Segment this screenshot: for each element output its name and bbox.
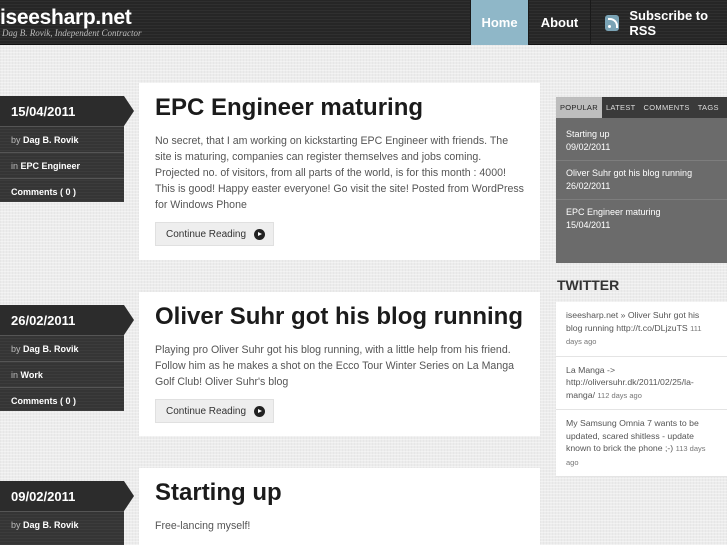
tweet[interactable]: La Manga -> http://oliversuhr.dk/2011/02…	[556, 357, 727, 410]
tab-latest[interactable]: LATEST	[602, 97, 640, 118]
list-item[interactable]: Oliver Suhr got his blog running 26/02/2…	[556, 160, 727, 199]
post-excerpt: Playing pro Oliver Suhr got his blog run…	[155, 344, 514, 388]
nav-about[interactable]: About	[528, 0, 590, 45]
post-card: Starting up Free-lancing myself!	[139, 468, 540, 545]
tweet[interactable]: My Samsung Omnia 7 wants to be updated, …	[556, 410, 727, 477]
popular-title: Oliver Suhr got his blog running	[566, 168, 693, 178]
nav-subscribe-rss[interactable]: Subscribe to RSS	[590, 0, 727, 45]
tab-comments[interactable]: COMMENTS	[640, 97, 694, 118]
post-title[interactable]: EPC Engineer maturing	[155, 95, 524, 121]
tabs-bar: POPULAR LATEST COMMENTS TAGS	[556, 97, 727, 118]
list-item[interactable]: EPC Engineer maturing 15/04/2011	[556, 199, 727, 238]
post-meta: 26/02/2011 by Dag B. Rovik in Work Comme…	[0, 305, 134, 413]
nav-home[interactable]: Home	[470, 0, 528, 45]
comments-link[interactable]: Comments ( 0 )	[11, 396, 76, 406]
post-meta: 15/04/2011 by Dag B. Rovik in EPC Engine…	[0, 96, 134, 204]
post-card: Oliver Suhr got his blog running Playing…	[139, 292, 540, 436]
tab-popular[interactable]: POPULAR	[556, 97, 602, 118]
author-link[interactable]: Dag B. Rovik	[23, 135, 79, 145]
post-date: 26/02/2011	[0, 305, 134, 335]
list-item[interactable]: Starting up 09/02/2011	[556, 122, 727, 160]
arrow-right-icon	[254, 405, 266, 417]
nav-rss-label: Subscribe to RSS	[629, 7, 709, 38]
post-author: by Dag B. Rovik	[0, 511, 124, 537]
by-label: by	[11, 520, 21, 530]
tweet-text: iseesharp.net » Oliver Suhr got his blog…	[566, 310, 700, 333]
popular-list: Starting up 09/02/2011 Oliver Suhr got h…	[556, 118, 727, 263]
post-category: in EPC Engineer	[0, 152, 124, 178]
post-excerpt: No secret, that I am working on kickstar…	[155, 135, 524, 211]
comments-link[interactable]: Comments ( 0 )	[11, 187, 76, 197]
continue-reading-button[interactable]: Continue Reading	[155, 399, 275, 423]
post-date: 09/02/2011	[0, 481, 134, 511]
post-comments: Comments ( 0 )	[0, 387, 124, 413]
post-date: 15/04/2011	[0, 96, 134, 126]
in-label: in	[11, 370, 19, 380]
category-link[interactable]: EPC Engineer	[21, 161, 81, 171]
author-link[interactable]: Dag B. Rovik	[23, 344, 79, 354]
popular-date: 09/02/2011	[566, 142, 611, 152]
tab-tags[interactable]: TAGS	[694, 97, 723, 118]
post-author: by Dag B. Rovik	[0, 335, 124, 361]
site-title[interactable]: iseesharp.net	[0, 6, 132, 30]
sidebar-tabs-widget: POPULAR LATEST COMMENTS TAGS Starting up…	[556, 97, 727, 263]
post-title[interactable]: Starting up	[155, 480, 524, 506]
post-author: by Dag B. Rovik	[0, 126, 124, 152]
continue-label: Continue Reading	[166, 228, 247, 240]
in-label: in	[11, 161, 19, 171]
by-label: by	[11, 344, 21, 354]
arrow-right-icon	[254, 228, 266, 240]
by-label: by	[11, 135, 21, 145]
site-tagline: Dag B. Rovik, Independent Contractor	[2, 28, 142, 38]
post-title[interactable]: Oliver Suhr got his blog running	[155, 304, 524, 330]
tweet[interactable]: iseesharp.net » Oliver Suhr got his blog…	[556, 302, 727, 357]
twitter-heading: TWITTER	[557, 277, 620, 293]
popular-title: Starting up	[566, 129, 610, 139]
popular-date: 15/04/2011	[566, 220, 611, 230]
continue-label: Continue Reading	[166, 405, 247, 417]
post-comments: Comments ( 0 )	[0, 178, 124, 204]
continue-reading-button[interactable]: Continue Reading	[155, 222, 275, 246]
popular-date: 26/02/2011	[566, 181, 611, 191]
post-meta: 09/02/2011 by Dag B. Rovik	[0, 481, 134, 545]
category-link[interactable]: Work	[21, 370, 43, 380]
author-link[interactable]: Dag B. Rovik	[23, 520, 79, 530]
post-category: in Work	[0, 361, 124, 387]
tweet-time: 112 days ago	[597, 390, 642, 400]
post-card: EPC Engineer maturing No secret, that I …	[139, 83, 540, 260]
post-excerpt: Free-lancing myself!	[155, 520, 251, 532]
twitter-feed: iseesharp.net » Oliver Suhr got his blog…	[556, 302, 727, 477]
site-header: iseesharp.net Dag B. Rovik, Independent …	[0, 0, 727, 45]
popular-title: EPC Engineer maturing	[566, 207, 661, 217]
main-nav: Home About Subscribe to RSS	[470, 0, 727, 45]
rss-icon	[605, 14, 620, 31]
